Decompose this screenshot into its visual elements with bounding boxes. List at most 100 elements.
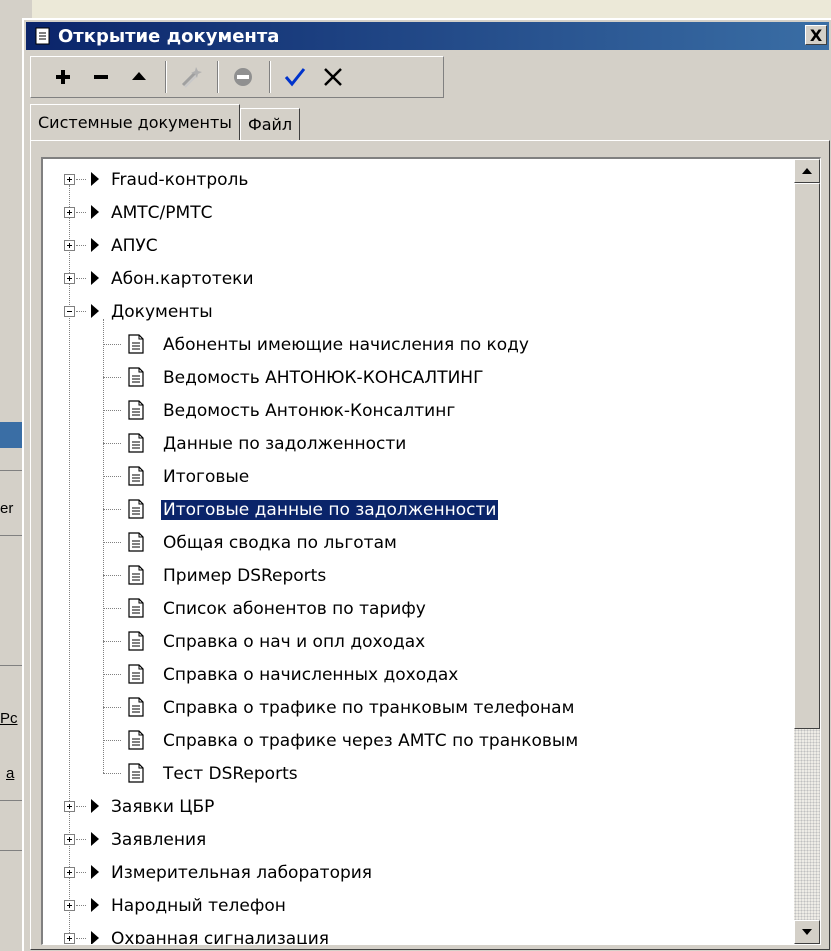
tree-folder-item[interactable]: Документы [43,295,795,328]
tree-document-item[interactable]: Общая сводка по льготам [43,526,795,559]
tree-document-item[interactable]: Справка о трафике через АМТС по транковы… [43,724,795,757]
folder-arrow-icon [91,172,99,186]
tree-document-item[interactable]: Справка о начисленных доходах [43,658,795,691]
background-link-fragment[interactable]: a [6,765,14,782]
tree-connector [103,773,121,774]
close-button[interactable]: X [805,25,827,45]
toolbar-separator [165,61,167,93]
expand-icon[interactable] [64,174,75,185]
checkmark-icon [284,68,306,87]
tree-folder-item[interactable]: Fraud-контроль [43,163,795,196]
dialog-titlebar[interactable]: Открытие документа X [26,22,829,50]
folder-arrow-icon [91,865,99,879]
tree-document-item[interactable]: Справка о нач и опл доходах [43,625,795,658]
add-button[interactable] [45,59,81,95]
tree-connector [103,542,121,543]
collapse-icon[interactable] [64,306,75,317]
tab-panel: Fraud-контроль АМТС/РМТС АПУС Абон.картотек… [30,140,830,950]
expand-icon[interactable] [64,834,75,845]
expand-icon[interactable] [64,867,75,878]
tree-item-label: Справка о начисленных доходах [163,664,459,685]
tree-item-label: Заявления [111,829,207,850]
tree-connector [76,839,86,840]
minus-icon [94,75,108,79]
tree-connector [76,179,86,180]
tree-item-label: Абон.картотеки [111,268,254,289]
tree-connector [103,674,121,675]
tree-item-label: Справка о трафике по транковым телефонам [163,697,575,718]
tree-item-label: Общая сводка по льготам [163,532,397,553]
document-tree[interactable]: Fraud-контроль АМТС/РМТС АПУС Абон.картотек… [41,157,821,945]
scroll-down-button[interactable] [794,920,820,944]
expand-icon[interactable] [64,900,75,911]
tree-folder-item[interactable]: Народный телефон [43,889,795,922]
background-text-fragment: er [0,500,14,517]
triangle-up-icon [132,72,146,80]
document-icon [127,433,145,453]
tree-document-item[interactable]: Пример DSReports [43,559,795,592]
document-icon [127,697,145,717]
tree-document-item[interactable]: Итоговые данные по задолженности [43,493,795,526]
tree-connector [103,410,121,411]
tab-file[interactable]: Файл [239,108,301,140]
document-icon [127,334,145,354]
expand-icon[interactable] [64,207,75,218]
tree-connector [76,806,86,807]
expand-icon[interactable] [64,801,75,812]
scroll-thumb[interactable] [794,183,820,729]
tree-connector [103,575,121,576]
tree-folder-item[interactable]: Заявки ЦБР [43,790,795,823]
tree-connector [76,278,86,279]
document-icon [127,763,145,783]
wand-button[interactable] [173,59,209,95]
tree-connector [103,377,121,378]
disk-button[interactable] [225,59,261,95]
document-icon [127,466,145,486]
remove-button[interactable] [83,59,119,95]
tree-folder-item[interactable]: АПУС [43,229,795,262]
ok-button[interactable] [277,59,313,95]
tree-document-item[interactable]: Справка о трафике по транковым телефонам [43,691,795,724]
tree-item-label: Итоговые [163,466,250,487]
folder-arrow-icon [91,238,99,252]
folder-arrow-icon [91,898,99,912]
tree-document-item[interactable]: Ведомость Антонюк-Консалтинг [43,394,795,427]
tree-document-item[interactable]: Абоненты имеющие начисления по коду [43,328,795,361]
scroll-track[interactable] [794,729,820,920]
vertical-scrollbar[interactable] [794,159,820,944]
dialog-title: Открытие документа [58,25,280,47]
document-icon [127,631,145,651]
folder-arrow-icon [91,931,99,944]
tree-document-item[interactable]: Тест DSReports [43,757,795,790]
tree-document-item[interactable]: Список абонентов по тарифу [43,592,795,625]
tree-document-item[interactable]: Ведомость АНТОНЮК-КОНСАЛТИНГ [43,361,795,394]
tree-connector [103,608,121,609]
tree-document-item[interactable]: Данные по задолженности [43,427,795,460]
tree-item-label: Народный телефон [111,895,286,916]
document-icon [127,499,145,519]
tree-folder-item[interactable]: Охранная сигнализация [43,922,795,945]
tree-document-item[interactable]: Итоговые [43,460,795,493]
scroll-up-button[interactable] [794,159,820,183]
expand-icon[interactable] [64,240,75,251]
tree-items: Fraud-контроль АМТС/РМТС АПУС Абон.картотек… [43,163,795,945]
move-up-button[interactable] [121,59,157,95]
document-icon [127,565,145,585]
background-link-fragment[interactable]: Pc [0,710,18,727]
toolbar [30,56,444,98]
toolbar-separator [217,61,219,93]
close-icon: X [809,25,823,45]
tree-item-label: Данные по задолженности [163,433,407,454]
expand-icon[interactable] [64,933,75,944]
expand-icon[interactable] [64,273,75,284]
tree-folder-item[interactable]: Абон.картотеки [43,262,795,295]
tree-folder-item[interactable]: Измерительная лаборатория [43,856,795,889]
screen: er Pc a Открытие документа X Системные д… [0,0,831,951]
tree-folder-item[interactable]: Заявления [43,823,795,856]
tree-item-label: Fraud-контроль [111,169,249,190]
tree-item-label: Охранная сигнализация [111,928,330,945]
tree-connector [76,212,86,213]
tree-folder-item[interactable]: АМТС/РМТС [43,196,795,229]
tab-system-documents[interactable]: Системные документы [30,104,240,140]
cancel-button[interactable] [315,59,351,95]
